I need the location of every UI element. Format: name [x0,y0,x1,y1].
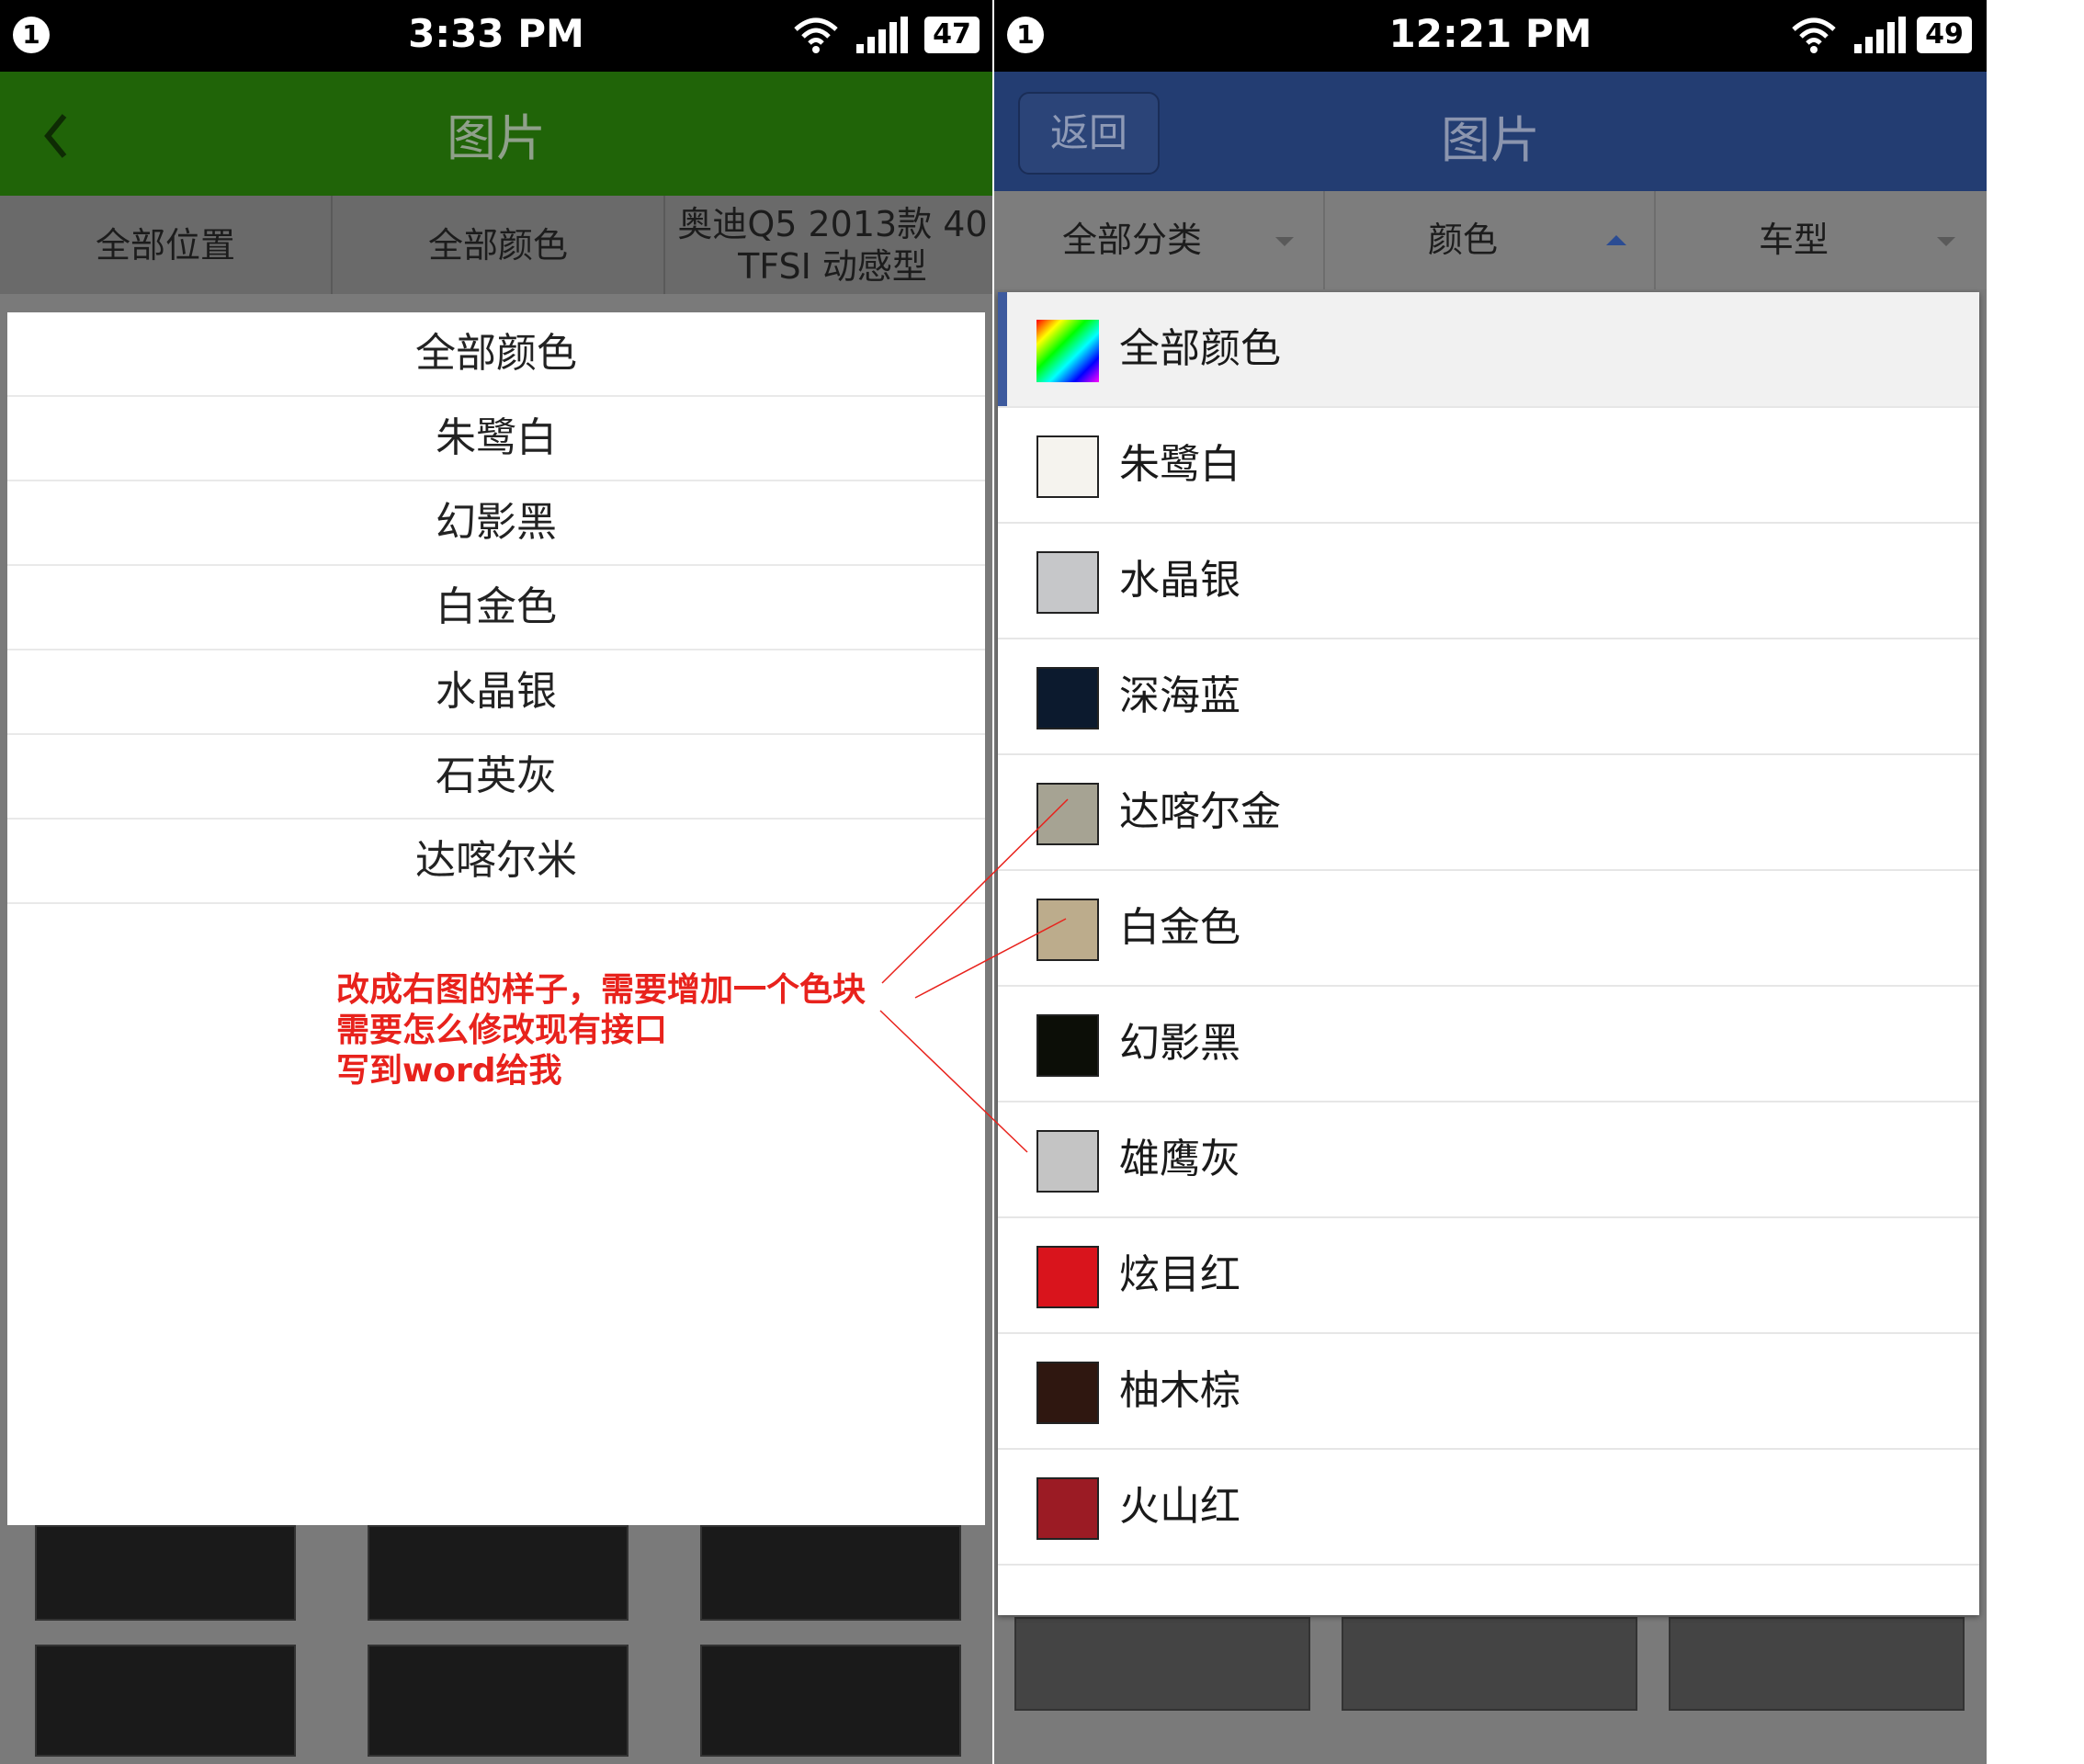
annotation-pointer-line [881,798,1069,984]
annotation-pointer-line [879,1010,1028,1153]
annotation-pointer-lines [879,798,1069,1153]
annotation-pointer-line [914,918,1067,999]
